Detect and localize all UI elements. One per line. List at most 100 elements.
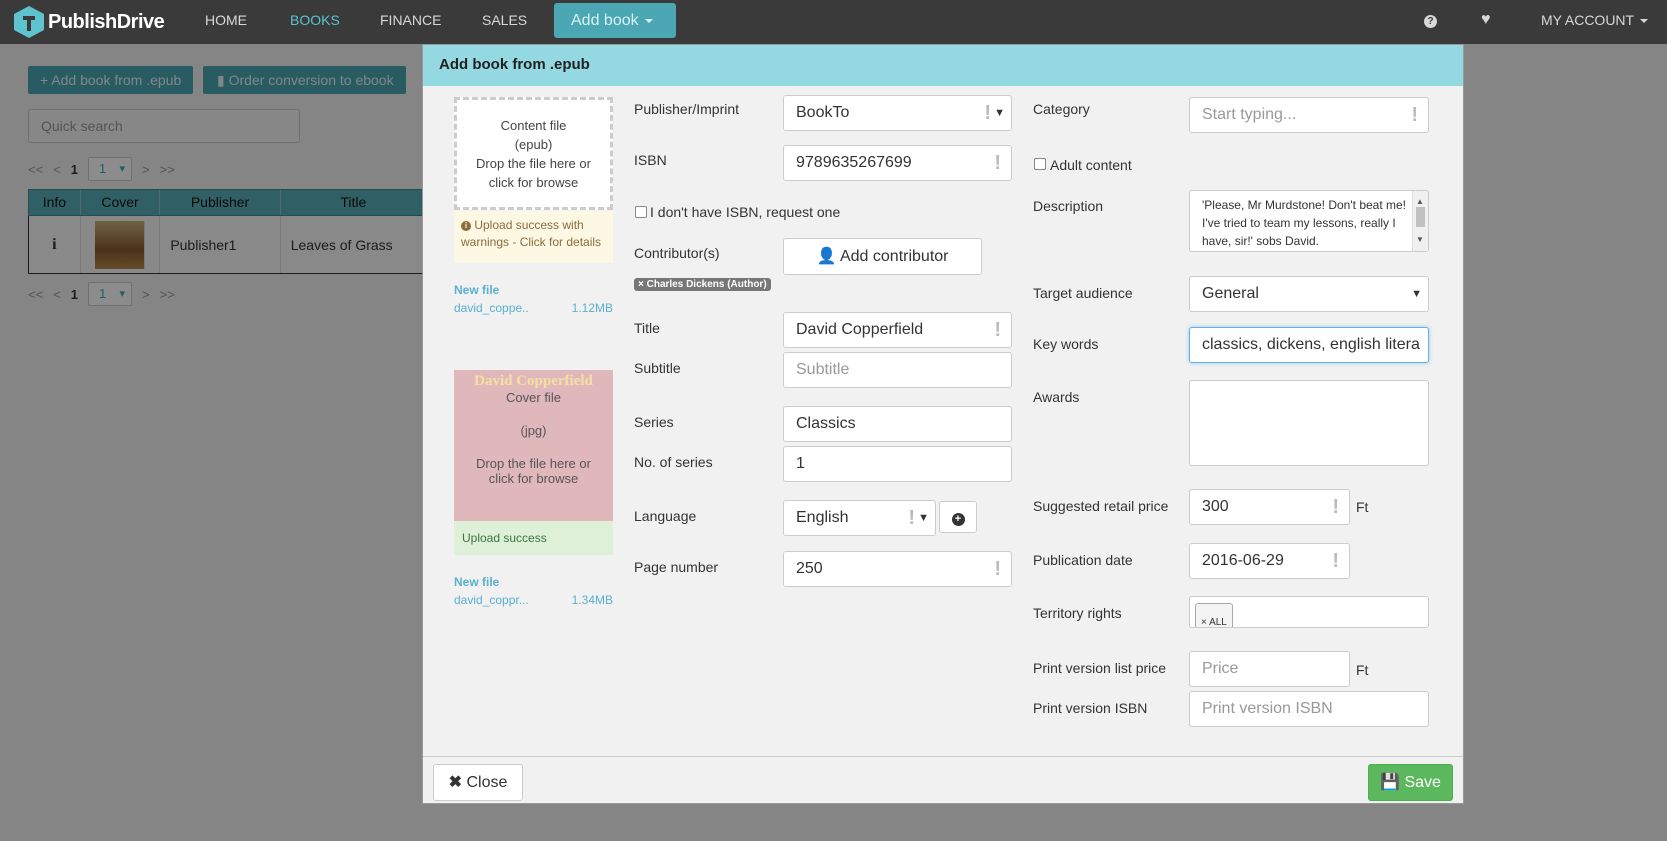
territory-rights-label: Territory rights — [1033, 605, 1122, 621]
epub-file-row[interactable]: david_coppe.. 1.12MB — [454, 301, 613, 315]
adult-content-label[interactable]: Adult content — [1050, 157, 1132, 173]
publication-date-label: Publication date — [1033, 552, 1133, 568]
add-contributor-button[interactable]: 👤 Add contributor — [783, 238, 982, 275]
publisher-label: Publisher/Imprint — [634, 101, 740, 117]
language-value: English — [796, 509, 849, 526]
request-isbn-label[interactable]: I don't have ISBN, request one — [650, 204, 840, 220]
caret-down-icon — [1640, 19, 1649, 24]
nav-books[interactable]: BOOKS — [290, 0, 340, 44]
keywords-label: Key words — [1033, 336, 1099, 352]
cover-file-dropzone[interactable]: David Copperfield Cover file (jpg) Drop … — [454, 370, 613, 521]
retail-price-input[interactable]: 300 ! — [1189, 489, 1350, 525]
print-isbn-input[interactable]: Print version ISBN — [1189, 691, 1429, 727]
remove-icon[interactable]: × — [638, 279, 644, 290]
subtitle-input[interactable]: Subtitle — [783, 352, 1012, 388]
territory-tag[interactable]: × ALL — [1195, 603, 1233, 628]
nav-home[interactable]: HOME — [205, 0, 247, 44]
close-icon: ✖ — [448, 774, 463, 791]
add-contributor-label: Add contributor — [839, 248, 949, 265]
user-plus-icon: 👤 — [816, 248, 837, 265]
file-name[interactable]: david_coppe.. — [454, 301, 529, 315]
retail-price-value: 300 — [1202, 498, 1229, 515]
currency-label: Ft — [1356, 662, 1369, 678]
nav-sales[interactable]: SALES — [482, 0, 527, 44]
plus-circle-icon: + — [951, 513, 965, 526]
description-textarea[interactable]: 'Please, Mr Murdstone! Don't beat me! I'… — [1189, 190, 1429, 252]
required-icon: ! — [994, 319, 1001, 341]
dropzone-line: (jpg) — [520, 423, 547, 438]
scroll-down-icon[interactable]: ▼ — [1416, 231, 1424, 249]
series-label: Series — [634, 414, 674, 430]
close-button[interactable]: ✖ Close — [433, 764, 523, 801]
save-button[interactable]: 💾 Save — [1368, 764, 1453, 801]
dropzone-line: Drop the file here or — [476, 456, 591, 471]
file-name[interactable]: david_coppr... — [454, 593, 529, 607]
remove-icon[interactable]: × — [1201, 617, 1207, 627]
required-icon: ! — [994, 558, 1001, 580]
adult-content-checkbox[interactable] — [1034, 158, 1046, 170]
publisher-select[interactable]: BookTo ! ▼ — [783, 95, 1012, 131]
isbn-label: ISBN — [634, 152, 667, 168]
language-label: Language — [634, 508, 697, 524]
print-price-label: Print version list price — [1033, 660, 1167, 676]
page-number-label: Page number — [634, 559, 719, 575]
series-number-label: No. of series — [634, 454, 713, 470]
awards-textarea[interactable] — [1189, 380, 1429, 466]
modal-footer: ✖ Close 💾 Save — [423, 756, 1463, 804]
request-isbn-checkbox[interactable] — [635, 206, 647, 218]
content-file-dropzone[interactable]: Content file (epub) Drop the file here o… — [454, 97, 613, 210]
caret-down-icon — [644, 18, 653, 23]
page-number-input[interactable]: 250 ! — [783, 551, 1012, 587]
dropzone-line: Cover file — [506, 390, 561, 405]
category-placeholder: Start typing... — [1202, 106, 1297, 123]
required-icon: ! — [1332, 550, 1339, 572]
territory-tag-label: ALL — [1209, 617, 1227, 628]
series-number-input[interactable]: 1 — [783, 446, 1012, 482]
nav-finance[interactable]: FINANCE — [380, 0, 441, 44]
save-label: Save — [1404, 774, 1441, 791]
scroll-thumb[interactable] — [1416, 207, 1425, 227]
subtitle-label: Subtitle — [634, 360, 681, 376]
keywords-input[interactable]: classics, dickens, english litera — [1189, 327, 1429, 363]
description-scrollbar[interactable]: ▲ ▼ — [1412, 191, 1428, 251]
required-icon: ! — [908, 507, 915, 529]
my-account-menu[interactable]: MY ACCOUNT — [1541, 0, 1649, 44]
add-language-button[interactable]: + — [939, 501, 977, 533]
heart-icon[interactable]: ♥ — [1481, 0, 1491, 44]
add-book-dropdown-button[interactable]: Add book — [554, 3, 676, 38]
title-input[interactable]: David Copperfield ! — [783, 312, 1012, 348]
target-audience-select[interactable]: General ▼ — [1189, 276, 1429, 312]
currency-label: Ft — [1356, 499, 1369, 515]
print-price-input[interactable]: Price — [1189, 651, 1350, 687]
language-select[interactable]: English ! ▼ — [783, 500, 936, 536]
brand-logo[interactable]: PublishDrive — [14, 5, 165, 39]
publication-date-input[interactable]: 2016-06-29 ! — [1189, 543, 1350, 579]
new-file-label: New file — [454, 575, 500, 589]
cover-file-row[interactable]: david_coppr... 1.34MB — [454, 593, 613, 607]
floppy-disk-icon: 💾 — [1380, 774, 1400, 791]
contributor-tag-label: Charles Dickens (Author) — [646, 279, 767, 290]
contributor-tag[interactable]: × Charles Dickens (Author) — [634, 278, 771, 291]
caret-down-icon: ▼ — [918, 512, 929, 524]
category-label: Category — [1033, 101, 1090, 117]
help-icon[interactable]: ? — [1424, 0, 1437, 44]
modal-title: Add book from .epub — [439, 56, 590, 73]
dropzone-line: Content file — [500, 118, 567, 133]
target-audience-label: Target audience — [1033, 285, 1133, 301]
isbn-value: 9789635267699 — [796, 154, 912, 171]
description-label: Description — [1033, 198, 1104, 214]
publication-date-value: 2016-06-29 — [1202, 552, 1284, 569]
territory-rights-input[interactable]: × ALL — [1189, 596, 1429, 628]
info-circle-icon: i — [461, 220, 471, 231]
file-size: 1.34MB — [571, 593, 613, 607]
series-input[interactable]: Classics — [783, 406, 1012, 442]
category-input[interactable]: Start typing... ! — [1189, 97, 1429, 133]
top-navbar: PublishDrive HOME BOOKS FINANCE SALES Ad… — [0, 0, 1667, 44]
required-icon: ! — [1332, 496, 1339, 518]
add-book-modal: Add book from .epub Content file (epub) … — [422, 44, 1464, 804]
isbn-input[interactable]: 9789635267699 ! — [783, 145, 1012, 181]
logo-icon — [14, 6, 44, 38]
close-label: Close — [466, 774, 508, 791]
cover-preview-title: David Copperfield — [474, 373, 593, 389]
upload-warning-box[interactable]: i Upload success with warnings - Click f… — [454, 211, 613, 263]
